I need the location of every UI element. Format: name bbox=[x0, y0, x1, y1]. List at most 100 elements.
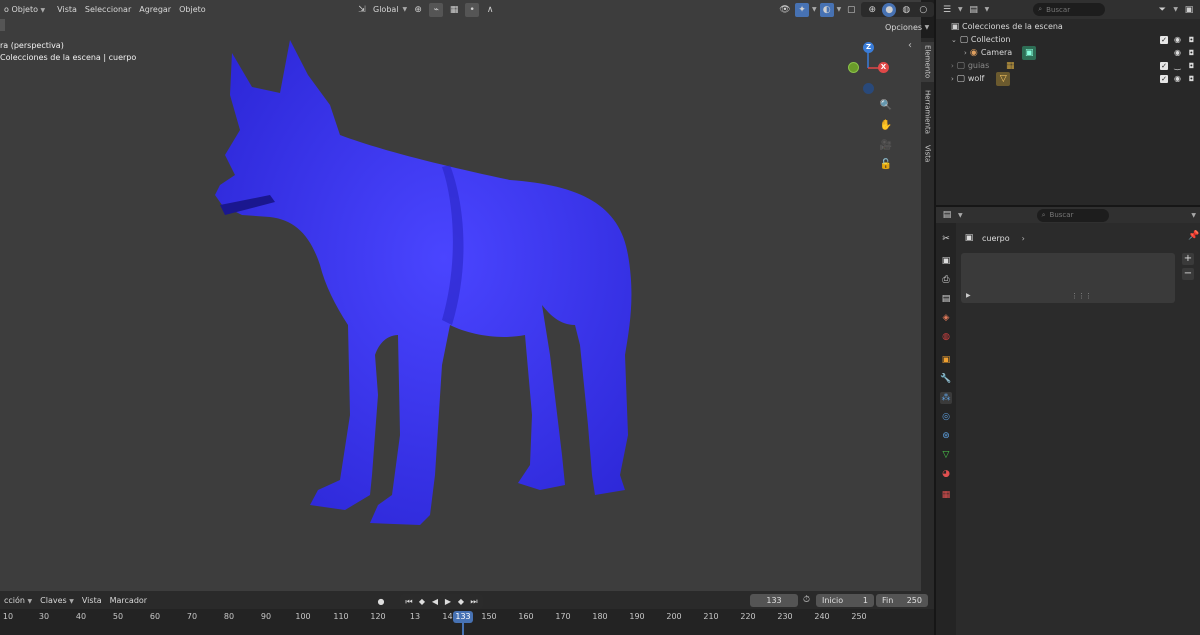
view-layer-icon[interactable]: ▤ bbox=[940, 293, 952, 305]
visibility-icon[interactable]: 👁 bbox=[778, 3, 792, 17]
pan-hand-icon[interactable]: ✋ bbox=[877, 116, 895, 134]
list-expand-icon[interactable]: ▶ bbox=[966, 292, 971, 299]
jump-end-icon[interactable]: ⏭ bbox=[469, 597, 479, 607]
outliner-row-collection[interactable]: ⌄ ▢ Collection ✓ ◉ ◘ bbox=[936, 33, 1200, 46]
menu-claves[interactable]: Claves ▼ bbox=[36, 596, 78, 605]
navigation-gizmo[interactable]: Z X bbox=[845, 40, 891, 96]
snap-icon[interactable]: ⌁ bbox=[429, 2, 444, 17]
new-collection-icon[interactable]: ▣ bbox=[1182, 3, 1196, 17]
xray-icon[interactable]: ▢ bbox=[844, 3, 858, 17]
wolf-model[interactable] bbox=[180, 35, 650, 530]
search-icon: ⌕ bbox=[1038, 5, 1043, 13]
scene-icon[interactable]: ◈ bbox=[940, 312, 952, 324]
render-camera-icon[interactable]: ◘ bbox=[1187, 62, 1196, 70]
list-resize-handle[interactable]: ⋮⋮⋮ bbox=[1071, 292, 1092, 300]
particles-icon[interactable]: ⁂ bbox=[940, 392, 952, 404]
outliner-row-wolf[interactable]: › ▢ wolf ▽ ✓ ◉ ◘ bbox=[936, 71, 1200, 86]
rendered-shading-icon[interactable]: ○ bbox=[916, 3, 930, 17]
camera-view-icon[interactable]: 🎥 bbox=[877, 136, 895, 154]
viewport-header: o Objeto ▼ Vista Seleccionar Agregar Obj… bbox=[0, 0, 942, 19]
render-icon[interactable]: ▣ bbox=[940, 255, 952, 267]
solid-shading-icon[interactable]: ● bbox=[882, 2, 897, 17]
gizmo-y-axis[interactable] bbox=[848, 62, 859, 73]
gizmo-z-axis[interactable]: Z bbox=[863, 42, 874, 53]
add-button[interactable]: + bbox=[1182, 253, 1194, 265]
menu-reproduccion[interactable]: cción ▼ bbox=[0, 596, 36, 605]
modifier-icon[interactable]: 🔧 bbox=[940, 373, 952, 385]
opciones-button[interactable]: Opciones ▼ bbox=[880, 21, 934, 34]
tab-vista[interactable]: Vista bbox=[921, 142, 934, 166]
pivot-icon[interactable]: ⊕ bbox=[411, 3, 425, 17]
menu-objeto[interactable]: Objeto bbox=[175, 5, 210, 14]
texture-icon[interactable]: ▦ bbox=[940, 489, 952, 501]
play-icon[interactable]: ▶ bbox=[443, 597, 453, 606]
pin-icon[interactable]: 📌 bbox=[1188, 231, 1199, 241]
menu-vista[interactable]: Vista bbox=[53, 5, 81, 14]
render-camera-icon[interactable]: ◘ bbox=[1187, 75, 1196, 83]
outliner-row-camera[interactable]: › ◉ Camera ▣ ◉ ◘ bbox=[936, 45, 1200, 60]
remove-button[interactable]: − bbox=[1182, 268, 1194, 280]
tab-herramienta[interactable]: Herramienta bbox=[921, 86, 934, 138]
eye-icon[interactable]: ◉ bbox=[1173, 74, 1182, 83]
gizmo-x-axis[interactable]: X bbox=[878, 62, 889, 73]
uv-map-list[interactable]: ▶ ⋮⋮⋮ bbox=[961, 253, 1175, 303]
next-keyframe-icon[interactable]: ◆ bbox=[456, 597, 466, 606]
menu-vista[interactable]: Vista bbox=[78, 596, 106, 605]
material-shading-icon[interactable]: ◍ bbox=[899, 3, 913, 17]
filter-icon[interactable]: ⏷ bbox=[1155, 3, 1169, 17]
zoom-icon[interactable]: 🔍 bbox=[877, 96, 895, 114]
include-checkbox[interactable]: ✓ bbox=[1160, 61, 1168, 70]
outliner-root[interactable]: ▣ Colecciones de la escena bbox=[936, 20, 1200, 33]
scene-collection-icon: ▣ bbox=[950, 21, 960, 32]
gizmo-neg-z-axis[interactable] bbox=[863, 83, 874, 94]
tab-elemento[interactable]: Elemento bbox=[921, 42, 934, 82]
outliner-search-input[interactable]: ⌕ Buscar bbox=[1033, 3, 1106, 16]
mode-selector[interactable]: o Objeto ▼ bbox=[0, 5, 49, 14]
render-camera-icon[interactable]: ◘ bbox=[1187, 49, 1196, 57]
physics-icon[interactable]: ◎ bbox=[940, 411, 952, 423]
eye-closed-icon[interactable]: ‿ bbox=[1173, 61, 1182, 70]
object-icon[interactable]: ▣ bbox=[940, 354, 952, 366]
outliner-row-guias[interactable]: › ▢ guias ▦ ✓ ‿ ◘ bbox=[936, 59, 1200, 72]
properties-search-input[interactable]: ⌕ Buscar bbox=[1036, 208, 1109, 222]
playhead[interactable]: 133 bbox=[453, 611, 473, 623]
material-icon[interactable]: ◕ bbox=[940, 468, 952, 480]
output-icon[interactable]: ⎙ bbox=[940, 274, 952, 286]
wireframe-shading-icon[interactable]: ⊕ bbox=[865, 3, 879, 17]
snap-target-icon[interactable]: ▦ bbox=[447, 3, 461, 17]
render-camera-icon[interactable]: ◘ bbox=[1187, 36, 1196, 44]
eye-icon[interactable]: ◉ bbox=[1173, 48, 1182, 57]
gizmo-toggle-icon[interactable]: ✦ bbox=[795, 2, 809, 17]
falloff-icon[interactable]: ∧ bbox=[483, 3, 497, 17]
menu-seleccionar[interactable]: Seleccionar bbox=[81, 5, 135, 14]
auto-keying-icon[interactable]: ● bbox=[376, 597, 386, 606]
menu-agregar[interactable]: Agregar bbox=[135, 5, 175, 14]
end-frame-field[interactable]: Fin 250 bbox=[876, 594, 928, 607]
lock-icon[interactable]: 🔓 bbox=[877, 155, 895, 173]
include-checkbox[interactable]: ✓ bbox=[1160, 35, 1168, 44]
tool-icon[interactable]: ✂ bbox=[940, 233, 952, 245]
jump-start-icon[interactable]: ⏮ bbox=[404, 597, 414, 607]
toolbar-edge[interactable] bbox=[0, 19, 5, 31]
include-checkbox[interactable]: ✓ bbox=[1160, 74, 1168, 83]
transform-orientation[interactable]: Global bbox=[373, 5, 399, 14]
mesh-data-icon[interactable]: ▽ bbox=[940, 449, 952, 461]
properties-editor-icon[interactable]: ▤ bbox=[940, 208, 954, 222]
constraints-icon[interactable]: ⊛ bbox=[940, 430, 952, 442]
world-icon[interactable]: ◍ bbox=[940, 331, 952, 343]
play-reverse-icon[interactable]: ◀ bbox=[430, 597, 440, 606]
current-frame-field[interactable]: 133 bbox=[750, 594, 798, 607]
3d-viewport[interactable]: o Objeto ▼ Vista Seleccionar Agregar Obj… bbox=[0, 0, 942, 591]
camera-data-icon: ▣ bbox=[1022, 45, 1037, 60]
dropdown-chevron-icon[interactable]: ▼ bbox=[1191, 212, 1196, 219]
start-frame-field[interactable]: Inicio 1 bbox=[816, 594, 874, 607]
display-mode-icon[interactable]: ▤ bbox=[967, 3, 981, 17]
editor-type-icon[interactable]: ☰ bbox=[940, 3, 954, 17]
collapse-arrow-icon[interactable]: ‹ bbox=[908, 40, 912, 51]
menu-marcador[interactable]: Marcador bbox=[106, 596, 151, 605]
overlay-icon[interactable]: ◐ bbox=[819, 2, 834, 17]
proportional-icon[interactable]: • bbox=[465, 2, 480, 17]
eye-icon[interactable]: ◉ bbox=[1173, 35, 1182, 44]
stopwatch-icon[interactable]: ⏱ bbox=[803, 595, 810, 605]
prev-keyframe-icon[interactable]: ◆ bbox=[417, 597, 427, 606]
